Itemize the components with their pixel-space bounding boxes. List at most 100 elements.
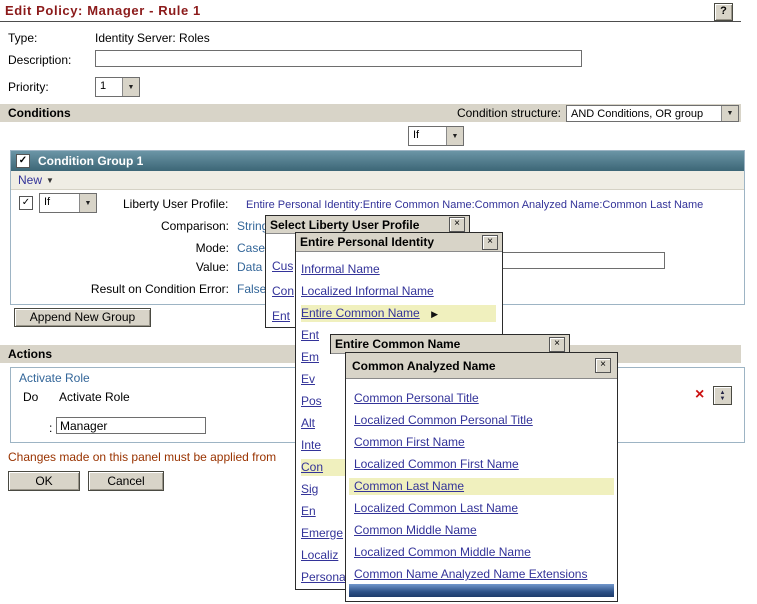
activate-role-title[interactable]: Activate Role [19, 371, 90, 385]
menu-item-label[interactable]: Common First Name [354, 435, 465, 449]
priority-select[interactable]: 1 ▼ [95, 77, 140, 97]
close-icon[interactable]: × [449, 217, 465, 232]
menu-item[interactable]: Localized Common Last Name [354, 500, 611, 517]
dropdown-arrow-icon: ▼ [122, 78, 139, 96]
do-label: Do [23, 390, 39, 404]
ok-button[interactable]: OK [8, 471, 80, 491]
value-label: Value: [195, 260, 229, 274]
mode-label: Mode: [195, 241, 229, 255]
menu-item-label[interactable]: Ev [301, 372, 315, 386]
param-colon-label: : [49, 421, 53, 435]
menu-item[interactable]: Informal Name [301, 261, 496, 278]
condition-if-value: If [44, 196, 51, 208]
menu-item[interactable]: Localized Common Personal Title [354, 412, 611, 429]
condition-structure-value: AND Conditions, OR group [571, 107, 704, 120]
delete-icon[interactable]: × [695, 387, 704, 403]
title-divider [0, 21, 741, 22]
cancel-button[interactable]: Cancel [88, 471, 164, 491]
menu-item-label[interactable]: Con [301, 460, 323, 474]
menu-item[interactable]: Common Personal Title [354, 390, 611, 407]
menu-item-common-last-name[interactable]: Common Last Name [349, 478, 614, 495]
popup-title-bar: Entire Personal Identity × [296, 233, 502, 252]
do-action-value: Activate Role [59, 390, 130, 404]
condition-structure-select[interactable]: AND Conditions, OR group ▼ [566, 104, 739, 122]
error-result-label: Result on Condition Error: [90, 282, 229, 296]
menu-item[interactable]: Common First Name [354, 434, 611, 451]
menu-item-label[interactable]: Localized Common Middle Name [354, 545, 531, 559]
popup-title-bar: Common Analyzed Name × [346, 353, 617, 379]
dropdown-arrow-icon: ▼ [79, 194, 96, 212]
popup-title: Select Liberty User Profile [270, 217, 420, 232]
actions-bar-label: Actions [8, 347, 53, 361]
close-icon[interactable]: × [549, 336, 565, 352]
menu-item-entire-common-name[interactable]: Entire Common Name ▶ [301, 305, 496, 322]
menu-item-label[interactable]: Persona [301, 570, 346, 584]
priority-select-value: 1 [100, 80, 107, 92]
menu-item-label[interactable]: Alt [301, 416, 315, 430]
dropdown-arrow-icon: ▼ [721, 105, 738, 121]
menu-item-label[interactable]: Con [272, 284, 294, 298]
menu-item[interactable]: Common Middle Name [354, 522, 611, 539]
menu-item[interactable]: Con [272, 283, 294, 300]
menu-item-label[interactable]: Localized Common First Name [354, 457, 519, 471]
close-icon[interactable]: × [482, 234, 498, 250]
menu-item[interactable]: Ent [272, 308, 290, 325]
condition-group-title: Condition Group 1 [38, 154, 144, 168]
error-result-value[interactable]: False [237, 282, 266, 296]
menu-item-label[interactable]: Common Name Analyzed Name Extensions [354, 567, 587, 581]
menu-down-icon: ▼ [46, 175, 54, 185]
menu-item-label[interactable]: Localized Common Personal Title [354, 413, 533, 427]
close-icon[interactable]: × [595, 358, 611, 373]
liberty-profile-value[interactable]: Entire Personal Identity:Entire Common N… [246, 199, 703, 211]
if-select-value: If [413, 129, 420, 141]
menu-item-label[interactable]: Cus [272, 259, 293, 273]
popup-footer-bar [349, 584, 614, 597]
description-input[interactable] [95, 50, 582, 67]
popup-entire-common-name: Entire Common Name × [330, 334, 570, 354]
menu-item[interactable]: Localized Common Middle Name [354, 544, 611, 561]
priority-label: Priority: [8, 80, 49, 94]
menu-item[interactable]: Localized Common First Name [354, 456, 611, 473]
page-title: Edit Policy: Manager - Rule 1 [5, 3, 201, 18]
menu-item-label[interactable]: Common Personal Title [354, 391, 479, 405]
role-name-input[interactable] [56, 417, 206, 434]
menu-item[interactable]: Localized Informal Name [301, 283, 496, 300]
menu-item-label[interactable]: En [301, 504, 316, 518]
dropdown-arrow-icon: ▼ [446, 127, 463, 145]
menu-item-label[interactable]: Common Last Name [354, 479, 464, 493]
new-menu[interactable]: New ▼ [11, 171, 744, 190]
popup-title: Common Analyzed Name [352, 358, 496, 373]
apply-note: Changes made on this panel must be appli… [8, 450, 277, 464]
menu-item-label[interactable]: Ent [272, 309, 290, 323]
condition-structure-label: Condition structure: [456, 106, 561, 120]
condition-group-checkbox[interactable]: ✓ [16, 154, 30, 168]
menu-item-label[interactable]: Localized Common Last Name [354, 501, 518, 515]
menu-item[interactable]: Cus [272, 258, 293, 275]
condition-if-select[interactable]: If ▼ [39, 193, 97, 213]
help-icon[interactable]: ? [714, 3, 733, 21]
menu-item-label[interactable]: Pos [301, 394, 322, 408]
if-select[interactable]: If ▼ [408, 126, 464, 146]
menu-item-label[interactable]: Sig [301, 482, 318, 496]
menu-item-label[interactable]: Entire Common Name [301, 306, 420, 320]
append-new-group-button[interactable]: Append New Group [14, 308, 151, 327]
reorder-icon[interactable]: ▲ ▼ [713, 386, 732, 405]
menu-item-label[interactable]: Emerge [301, 526, 343, 540]
menu-item-label[interactable]: Inte [301, 438, 321, 452]
menu-item-label[interactable]: Em [301, 350, 319, 364]
description-label: Description: [8, 53, 72, 67]
comparison-value[interactable]: String [237, 219, 268, 233]
edit-policy-page: Edit Policy: Manager - Rule 1 ? Type: Id… [0, 0, 757, 604]
condition-row-checkbox[interactable]: ✓ [19, 196, 33, 210]
menu-item-label[interactable]: Ent [301, 328, 319, 342]
type-value: Identity Server: Roles [95, 31, 210, 45]
menu-item-label[interactable]: Localized Informal Name [301, 284, 434, 298]
reorder-down-icon: ▼ [719, 395, 726, 402]
popup-title: Entire Personal Identity [300, 235, 435, 249]
menu-item-label[interactable]: Informal Name [301, 262, 380, 276]
menu-item-label[interactable]: Localiz [301, 548, 338, 562]
conditions-bar-label: Conditions [8, 106, 71, 120]
popup-common-analyzed-name: Common Analyzed Name × Common Personal T… [345, 352, 618, 602]
menu-item-label[interactable]: Common Middle Name [354, 523, 477, 537]
menu-item[interactable]: Common Name Analyzed Name Extensions [354, 566, 611, 583]
